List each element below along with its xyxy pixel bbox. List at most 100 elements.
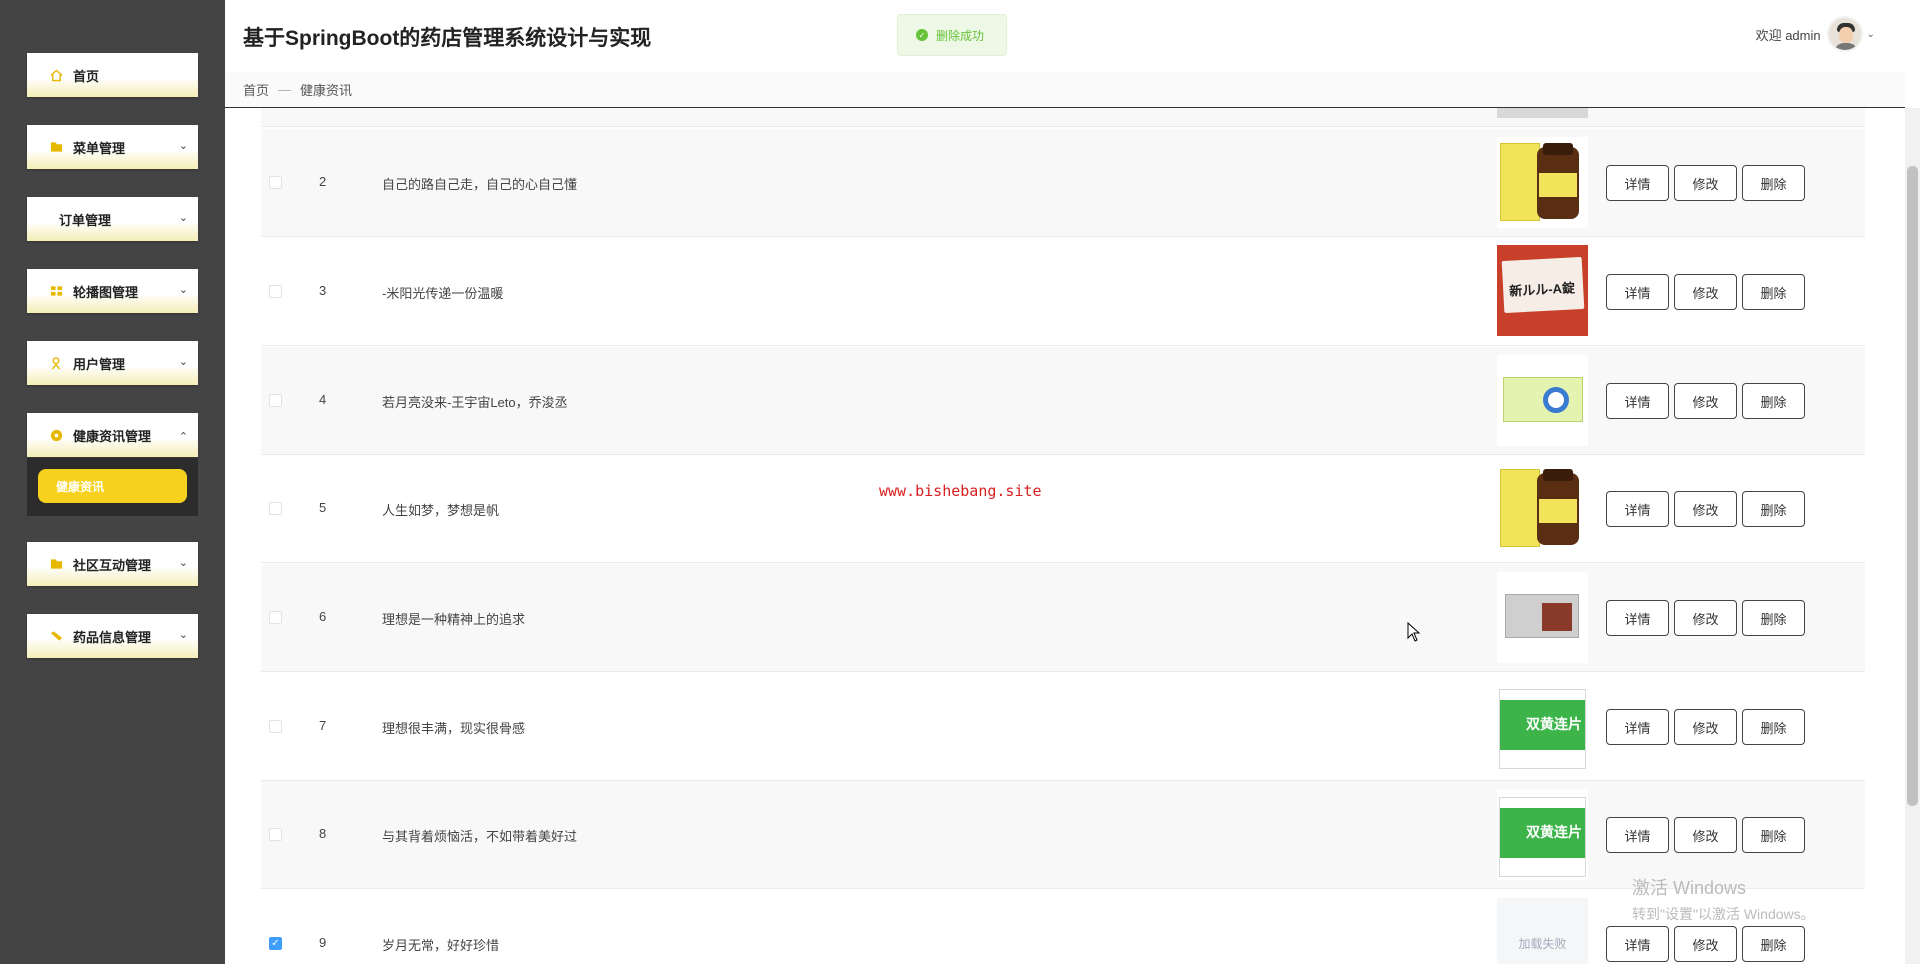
main-content: 2 自己的路自己走，自己的心自己懂 详情 修改 删除 3 -米阳光传递一份温暖 …	[225, 108, 1905, 964]
page-title: 基于SpringBoot的药店管理系统设计与实现	[243, 27, 652, 50]
detail-button[interactable]: 详情	[1606, 926, 1669, 962]
pill-icon	[49, 629, 63, 643]
folder-icon	[49, 140, 63, 154]
sidebar-item-label: 药品信息管理	[73, 629, 152, 645]
windows-activation-notice: 激活 Windows 转到"设置"以激活 Windows。	[1632, 874, 1815, 924]
breadcrumb-home[interactable]: 首页	[243, 80, 269, 99]
edit-button[interactable]: 修改	[1674, 926, 1737, 962]
table-row: 3 -米阳光传递一份温暖 新ルル-A錠 详情 修改 删除	[261, 238, 1865, 346]
chevron-down-icon: ⌄	[178, 212, 188, 224]
row-checkbox[interactable]	[269, 285, 282, 298]
sidebar-item-order-management[interactable]: 订单管理 ⌄	[27, 197, 198, 241]
row-checkbox[interactable]	[269, 502, 282, 515]
row-thumbnail: 新ルル-A錠	[1497, 245, 1588, 336]
delete-button[interactable]: 删除	[1742, 165, 1805, 201]
breadcrumb: 首页 — 健康资讯	[225, 72, 1905, 108]
sidebar-item-home[interactable]: 首页	[27, 53, 198, 97]
detail-button[interactable]: 详情	[1606, 383, 1669, 419]
row-thumbnail	[1497, 463, 1588, 554]
row-title: 理想是一种精神上的追求	[382, 612, 526, 627]
row-title: 自己的路自己走，自己的心自己懂	[382, 177, 578, 192]
sidebar-subitem-health-info[interactable]: 健康资讯	[38, 469, 187, 503]
avatar[interactable]	[1826, 16, 1863, 52]
welcome-text: 欢迎 admin	[1755, 27, 1821, 43]
delete-button[interactable]: 删除	[1742, 274, 1805, 310]
sidebar-item-carousel-management[interactable]: 轮播图管理 ⌄	[27, 269, 198, 313]
chevron-down-icon: ⌄	[178, 629, 188, 641]
row-number: 8	[319, 826, 327, 841]
thumbnail-text: 新ルル-A錠	[1508, 280, 1576, 299]
delete-button[interactable]: 删除	[1742, 491, 1805, 527]
user-menu[interactable]: 欢迎 admin ⌄	[1756, 16, 1875, 52]
detail-button[interactable]: 详情	[1606, 274, 1669, 310]
sidebar-item-label: 用户管理	[73, 356, 126, 372]
sidebar-item-label: 健康资讯管理	[73, 428, 152, 444]
detail-button[interactable]: 详情	[1606, 600, 1669, 636]
row-title: 人生如梦，梦想是帆	[382, 503, 500, 518]
row-checkbox[interactable]	[269, 176, 282, 189]
delete-button[interactable]: 删除	[1742, 817, 1805, 853]
row-checkbox[interactable]	[269, 828, 282, 841]
edit-button[interactable]: 修改	[1674, 165, 1737, 201]
row-thumbnail	[1497, 355, 1588, 446]
chevron-down-icon[interactable]: ⌄	[1867, 29, 1875, 40]
table-row	[261, 108, 1865, 127]
row-checkbox[interactable]	[269, 611, 282, 624]
breadcrumb-separator: —	[278, 82, 292, 97]
row-title: 岁月无常，好好珍惜	[382, 938, 500, 953]
mouse-cursor-icon	[1407, 622, 1421, 642]
row-thumbnail	[1497, 572, 1588, 663]
edit-button[interactable]: 修改	[1674, 491, 1737, 527]
sidebar-item-medicine-management[interactable]: 药品信息管理 ⌄	[27, 614, 198, 658]
chevron-down-icon: ⌄	[178, 284, 188, 296]
detail-button[interactable]: 详情	[1606, 165, 1669, 201]
edit-button[interactable]: 修改	[1674, 383, 1737, 419]
row-checkbox[interactable]	[269, 720, 282, 733]
sidebar-item-label: 轮播图管理	[73, 284, 139, 300]
edit-button[interactable]: 修改	[1674, 274, 1737, 310]
row-checkbox[interactable]	[269, 394, 282, 407]
sidebar-item-health-info-management[interactable]: 健康资讯管理 ⌃	[27, 413, 198, 457]
sidebar-item-menu-management[interactable]: 菜单管理 ⌄	[27, 125, 198, 169]
delete-button[interactable]: 删除	[1742, 709, 1805, 745]
delete-button[interactable]: 删除	[1742, 383, 1805, 419]
delete-button[interactable]: 删除	[1742, 600, 1805, 636]
scrollbar-thumb[interactable]	[1907, 166, 1918, 806]
breadcrumb-current: 健康资讯	[300, 83, 353, 98]
edit-button[interactable]: 修改	[1674, 817, 1737, 853]
sidebar-item-label: 菜单管理	[73, 140, 126, 156]
thumbnail-text: 双黄连片	[1526, 824, 1582, 840]
success-toast: ✓ 删除成功	[897, 14, 1007, 56]
sidebar-item-label: 订单管理	[59, 212, 112, 228]
detail-button[interactable]: 详情	[1606, 817, 1669, 853]
grid-icon	[49, 284, 63, 298]
row-title: 与其背着烦恼活，不如带着美好过	[382, 829, 578, 844]
check-circle-icon: ✓	[916, 29, 928, 41]
sidebar-item-user-management[interactable]: 用户管理 ⌄	[27, 341, 198, 385]
row-thumbnail: 双黄连片	[1497, 681, 1588, 772]
table-row: 4 若月亮没来-王宇宙Leto，乔浚丞 详情 修改 删除	[261, 347, 1865, 455]
row-checkbox-checked[interactable]: ✓	[269, 937, 282, 950]
table-row: 5 人生如梦，梦想是帆 详情 修改 删除	[261, 455, 1865, 563]
table-row: 7 理想很丰满，现实很骨感 双黄连片 详情 修改 删除	[261, 673, 1865, 781]
table-row: 6 理想是一种精神上的追求 详情 修改 删除	[261, 564, 1865, 672]
edit-button[interactable]: 修改	[1674, 709, 1737, 745]
detail-button[interactable]: 详情	[1606, 491, 1669, 527]
table-row: 8 与其背着烦恼活，不如带着美好过 双黄连片 详情 修改 删除	[261, 781, 1865, 889]
row-number: 2	[319, 174, 327, 189]
row-title: 若月亮没来-王宇宙Leto，乔浚丞	[382, 395, 568, 410]
sidebar-item-community-management[interactable]: 社区互动管理 ⌄	[27, 542, 198, 586]
edit-button[interactable]: 修改	[1674, 600, 1737, 636]
home-icon	[49, 68, 63, 82]
folder-icon	[49, 557, 63, 571]
table-row: ✓ 9 岁月无常，好好珍惜 加载失败 详情 修改 删除	[261, 890, 1865, 964]
delete-button[interactable]: 删除	[1742, 926, 1805, 962]
row-number: 9	[319, 935, 327, 950]
row-number: 4	[319, 392, 327, 407]
watermark-text: www.bishebang.site	[879, 482, 1042, 500]
detail-button[interactable]: 详情	[1606, 709, 1669, 745]
scrollbar[interactable]	[1905, 108, 1920, 964]
sidebar-item-label: 社区互动管理	[73, 557, 152, 573]
row-thumbnail: 双黄连片	[1497, 789, 1588, 880]
submenu-health-info: 健康资讯	[27, 458, 198, 516]
